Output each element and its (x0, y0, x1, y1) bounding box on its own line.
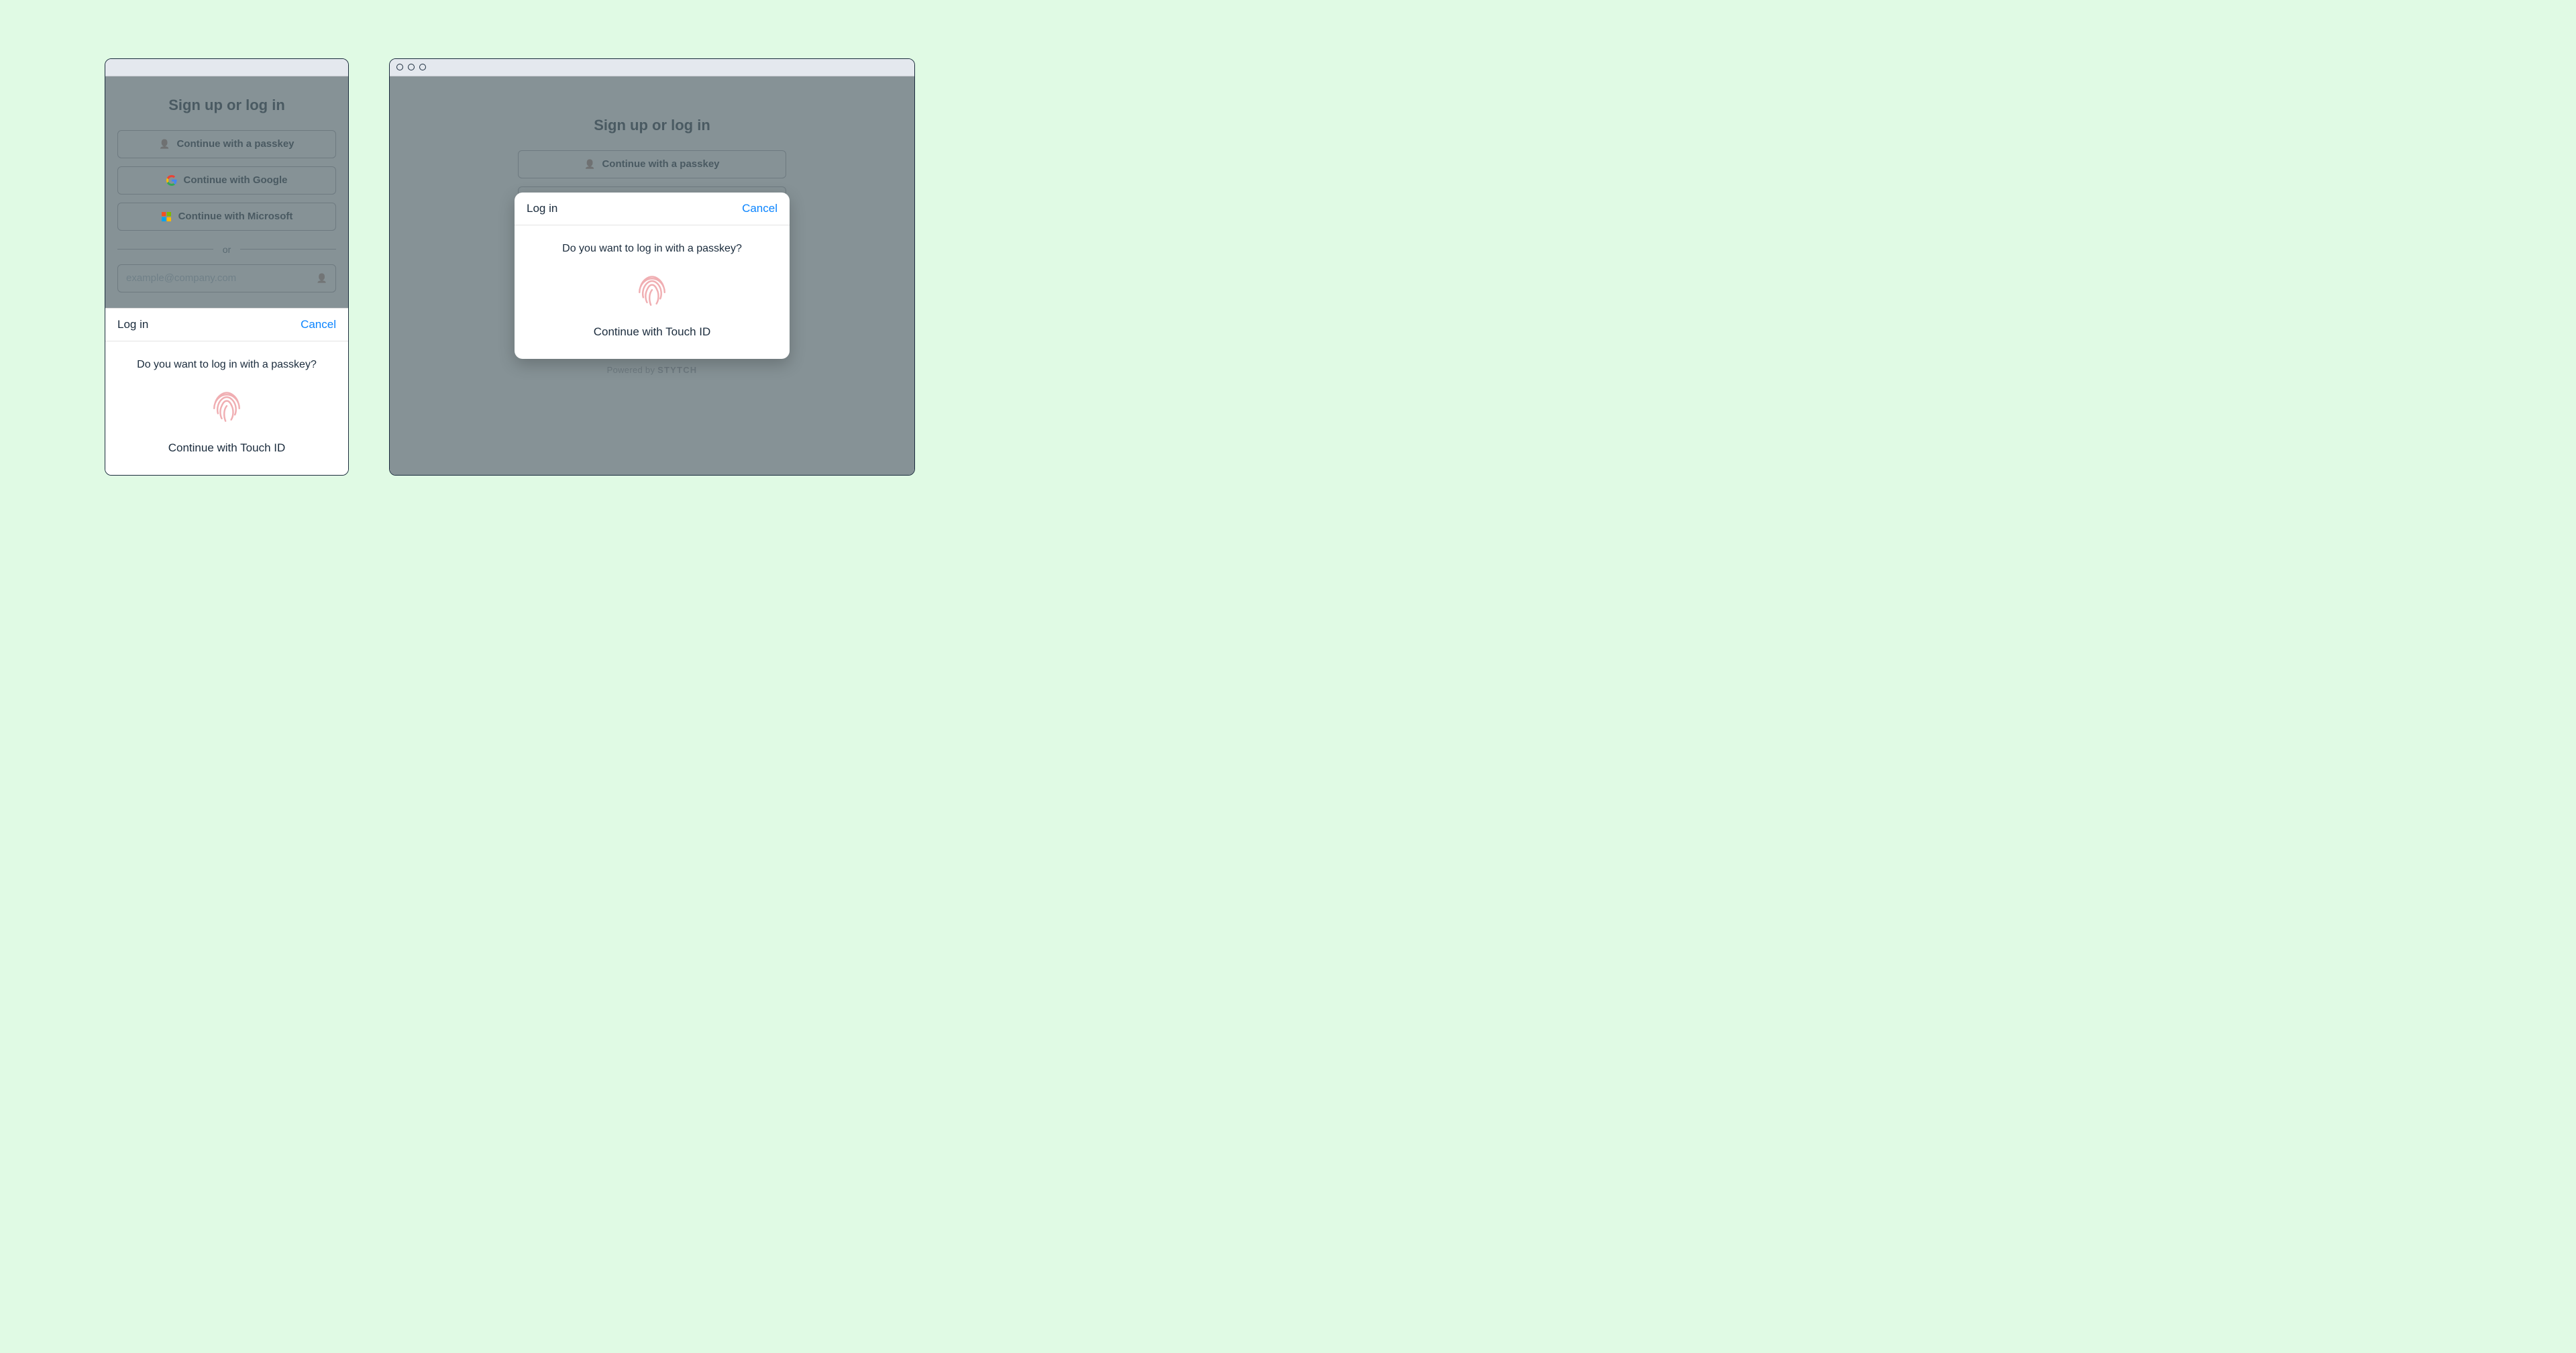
continue-google-button[interactable]: Continue with Google (117, 166, 336, 195)
continue-passkey-label: Continue with a passkey (602, 158, 719, 170)
sheet-body: Do you want to log in with a passkey? Co… (515, 225, 790, 359)
sheet-question: Do you want to log in with a passkey? (562, 243, 742, 255)
auth-title: Sign up or log in (168, 97, 285, 114)
login-sheet: Log in Cancel Do you want to log in with… (105, 308, 348, 475)
sheet-title: Log in (527, 202, 557, 215)
touchid-action[interactable]: Continue with Touch ID (168, 441, 286, 455)
powered-brand: STYTCH (657, 365, 697, 375)
auth-title: Sign up or log in (594, 117, 710, 134)
touchid-icon (632, 271, 672, 315)
powered-prefix: Powered by (607, 365, 658, 375)
input-passkey-icon (317, 273, 327, 284)
touchid-action[interactable]: Continue with Touch ID (594, 325, 711, 339)
mobile-viewport: Sign up or log in Continue with a passke… (105, 76, 348, 475)
cancel-button[interactable]: Cancel (742, 202, 777, 215)
desktop-titlebar (390, 59, 914, 76)
login-modal: Log in Cancel Do you want to log in with… (515, 193, 790, 359)
microsoft-icon (161, 211, 172, 222)
auth-card: Sign up or log in Continue with a passke… (105, 76, 348, 318)
divider-line-left (117, 249, 213, 250)
sheet-question: Do you want to log in with a passkey? (137, 359, 317, 371)
sheet-title: Log in (117, 318, 148, 331)
passkey-icon (584, 159, 595, 170)
desktop-device-frame: Sign up or log in Continue with a passke… (389, 58, 915, 476)
traffic-light-zoom-icon[interactable] (419, 64, 426, 70)
traffic-light-close-icon[interactable] (396, 64, 403, 70)
powered-by: Powered by STYTCH (607, 365, 698, 375)
mobile-device-frame: Sign up or log in Continue with a passke… (105, 58, 349, 476)
continue-passkey-button[interactable]: Continue with a passkey (117, 130, 336, 158)
continue-google-label: Continue with Google (184, 174, 288, 186)
desktop-viewport: Sign up or log in Continue with a passke… (390, 76, 914, 475)
continue-microsoft-button[interactable]: Continue with Microsoft (117, 203, 336, 231)
continue-microsoft-label: Continue with Microsoft (178, 211, 293, 222)
divider: or (117, 244, 336, 255)
mobile-titlebar (105, 59, 348, 76)
continue-passkey-label: Continue with a passkey (176, 138, 294, 150)
divider-text: or (223, 244, 231, 255)
touchid-icon (207, 387, 247, 431)
divider-line-right (240, 249, 336, 250)
google-icon (166, 175, 177, 186)
sheet-header: Log in Cancel (105, 309, 348, 341)
email-input[interactable]: example@company.com (117, 264, 336, 292)
email-placeholder: example@company.com (126, 272, 236, 284)
sheet-body: Do you want to log in with a passkey? Co… (105, 341, 348, 475)
passkey-icon (159, 139, 170, 150)
continue-passkey-button[interactable]: Continue with a passkey (518, 150, 786, 178)
sheet-header: Log in Cancel (515, 193, 790, 225)
traffic-light-minimize-icon[interactable] (408, 64, 415, 70)
cancel-button[interactable]: Cancel (301, 318, 336, 331)
